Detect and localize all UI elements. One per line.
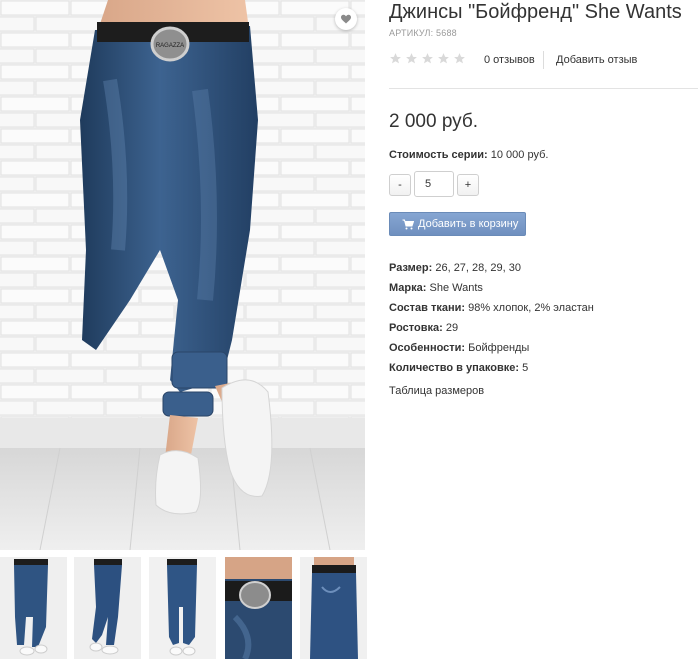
reviews-divider <box>543 51 544 69</box>
rating-stars[interactable] <box>389 52 466 65</box>
star-empty-icon[interactable] <box>405 52 418 65</box>
cart-icon <box>402 219 414 229</box>
property-key: Состав ткани: <box>389 302 466 314</box>
property-key: Ростовка: <box>389 322 443 334</box>
belt-buckle-text: RAGAZZA <box>156 43 184 49</box>
property-key: Размер: <box>389 262 433 274</box>
property-value: 26, 27, 28, 29, 30 <box>435 262 521 274</box>
property-pack-count: Количество в упаковке: 5 <box>389 358 594 378</box>
quantity-increase-button[interactable]: + <box>457 174 479 196</box>
reviews-count[interactable]: 0 отзывов <box>484 54 535 66</box>
series-price-label: Стоимость серии: <box>389 149 488 161</box>
series-price-value: 10 000 руб. <box>490 149 549 161</box>
property-value: 29 <box>445 322 459 334</box>
property-key: Количество в упаковке: <box>389 362 519 374</box>
product-title: Джинсы "Бойфренд" She Wants <box>389 1 682 23</box>
property-key: Марка: <box>389 282 427 294</box>
main-product-photo[interactable]: RAGAZZA <box>0 0 365 550</box>
product-price: 2 000 руб. <box>389 111 479 132</box>
add-to-cart-label: Добавить в корзину <box>418 218 519 230</box>
property-value: She Wants <box>429 282 483 294</box>
thumbnail-front-full[interactable] <box>149 557 216 659</box>
property-brand: Марка: She Wants <box>389 278 594 298</box>
property-value: 98% хлопок, 2% эластан <box>468 302 594 314</box>
quantity-input[interactable] <box>414 171 454 197</box>
product-sku: АРТИКУЛ: 5688 <box>389 28 457 38</box>
add-to-cart-button[interactable]: Добавить в корзину <box>389 212 526 236</box>
property-key: Особенности: <box>389 342 466 354</box>
property-value: 5 <box>522 362 529 374</box>
thumbnail-front-view[interactable] <box>0 557 67 659</box>
size-table-link[interactable]: Таблица размеров <box>389 385 484 397</box>
star-empty-icon[interactable] <box>421 52 434 65</box>
thumbnail-back-side-view[interactable] <box>300 557 367 659</box>
star-empty-icon[interactable] <box>437 52 450 65</box>
add-review-link[interactable]: Добавить отзыв <box>556 54 637 66</box>
property-fabric: Состав ткани: 98% хлопок, 2% эластан <box>389 298 594 318</box>
product-properties: Размер: 26, 27, 28, 29, 30 Марка: She Wa… <box>389 258 594 378</box>
property-value: Бойфренды <box>468 342 530 354</box>
property-height: Ростовка: 29 <box>389 318 594 338</box>
property-size: Размер: 26, 27, 28, 29, 30 <box>389 258 594 278</box>
series-price: Стоимость серии: 10 000 руб. <box>389 149 548 161</box>
star-empty-icon[interactable] <box>389 52 402 65</box>
property-features: Особенности: Бойфренды <box>389 338 594 358</box>
star-empty-icon[interactable] <box>453 52 466 65</box>
thumbnail-side-view[interactable] <box>74 557 141 659</box>
product-info-panel: Джинсы "Бойфренд" She Wants АРТИКУЛ: 568… <box>389 0 698 659</box>
heart-icon <box>341 14 351 24</box>
quantity-decrease-button[interactable]: - <box>389 174 411 196</box>
divider <box>389 88 698 89</box>
jeans-photo-illustration: RAGAZZA <box>0 0 365 550</box>
favorite-heart-button[interactable] <box>335 8 357 30</box>
thumbnail-strip <box>0 557 370 659</box>
thumbnail-belt-closeup[interactable] <box>225 557 292 659</box>
